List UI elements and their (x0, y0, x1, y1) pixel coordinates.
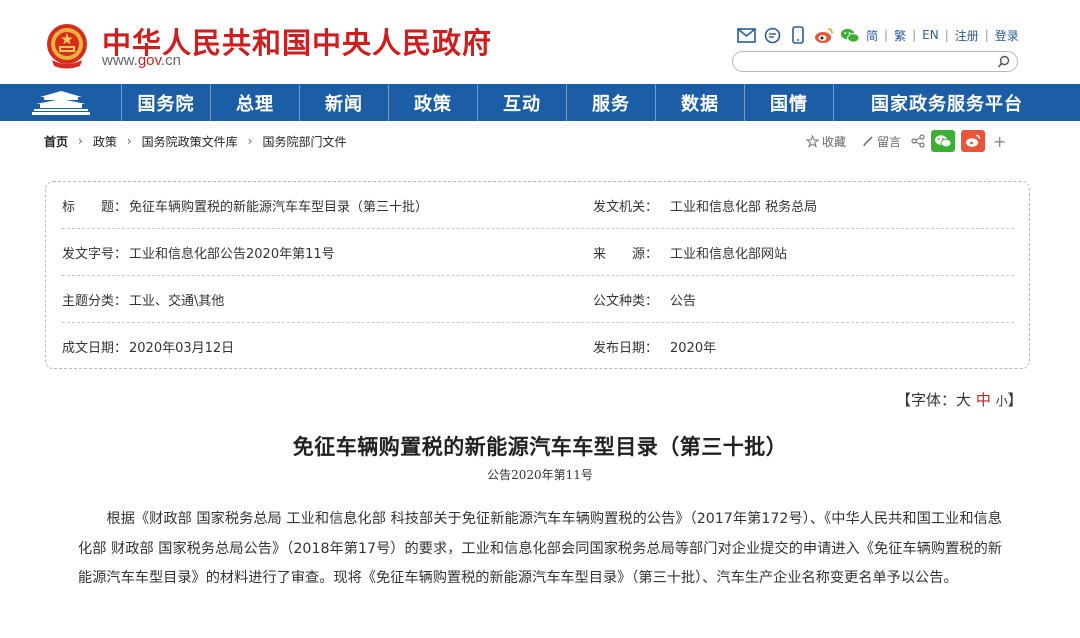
info-row: 成文日期： 2020年03月12日 发布日期： 2020年 (62, 323, 1014, 370)
message-icon[interactable] (762, 26, 782, 44)
breadcrumb-separator: › (247, 134, 253, 148)
main-nav: 国务院 总理 新闻 政策 互动 服务 数据 国情 国家政务服务平台 (0, 84, 1080, 121)
nav-item-service-platform[interactable]: 国家政务服务平台 (834, 84, 1060, 121)
breadcrumb-home[interactable]: 首页 (44, 133, 68, 150)
info-row: 标 题： 免征车辆购置税的新能源汽车车型目录（第三十批） 发文机关： 工业和信息… (62, 182, 1014, 229)
star-icon (806, 134, 819, 148)
breadcrumb-policy-library[interactable]: 国务院政策文件库 (142, 133, 238, 150)
wechat-icon[interactable] (840, 26, 860, 44)
tiananmen-icon (31, 90, 90, 115)
font-size-control: 【字体：大 中 小】 (896, 389, 1023, 410)
breadcrumb-department-docs[interactable]: 国务院部门文件 (262, 133, 346, 150)
font-control-close: 】 (1007, 391, 1023, 409)
share-icon (911, 134, 925, 148)
comment-label: 留言 (877, 134, 902, 149)
document-info-table: 标 题： 免征车辆购置税的新能源汽车车型目录（第三十批） 发文机关： 工业和信息… (45, 181, 1030, 369)
info-row: 主题分类： 工业、交通\其他 公文种类： 公告 (62, 276, 1014, 323)
link-simplified[interactable]: 简 (866, 27, 878, 44)
separator: | (944, 28, 949, 42)
separator: | (984, 28, 989, 42)
nav-item-policy[interactable]: 政策 (389, 84, 478, 121)
search-box (732, 51, 1018, 72)
link-traditional[interactable]: 繁 (894, 27, 906, 44)
nav-item-services[interactable]: 服务 (567, 84, 656, 121)
breadcrumb: 首页 › 政策 › 国务院政策文件库 › 国务院部门文件 (44, 132, 347, 150)
info-row: 发文字号： 工业和信息化部公告2020年第11号 来 源： 工业和信息化部网站 (62, 229, 1014, 276)
info-value-source: 工业和信息化部网站 (670, 247, 788, 262)
share-weibo-button[interactable] (961, 130, 986, 152)
article-paragraph: 根据《财政部 国家税务总局 工业和信息化部 科技部关于免征新能源汽车车辆购置税的… (78, 511, 1002, 586)
weibo-icon[interactable] (814, 26, 834, 44)
nav-item-interaction[interactable]: 互动 (478, 84, 567, 121)
font-control-open: 【字体： (896, 391, 957, 409)
search-input[interactable] (743, 54, 993, 69)
more-button[interactable]: + (993, 132, 1006, 151)
info-label-doc-type: 公文种类： (593, 294, 659, 309)
info-label-title: 标 题： (62, 200, 128, 215)
info-value-doc-number: 工业和信息化部公告2020年第11号 (129, 247, 335, 262)
favorite-label: 收藏 (822, 134, 847, 149)
nav-item-state-council[interactable]: 国务院 (122, 84, 211, 121)
info-value-title: 免征车辆购置税的新能源汽车车型目录（第三十批） (129, 200, 429, 215)
info-label-written-date: 成文日期： (62, 341, 128, 356)
share-button[interactable] (911, 134, 925, 148)
info-label-doc-number: 发文字号： (62, 247, 128, 262)
separator: | (884, 28, 889, 42)
site-url-domain: gov (137, 52, 161, 69)
link-register[interactable]: 注册 (955, 27, 979, 44)
site-header: 中华人民共和国中央人民政府 www.gov.cn 简 | 繁 | EN | 注册… (0, 0, 1080, 84)
font-small-button[interactable]: 小 (996, 394, 1008, 408)
article-title: 免征车辆购置税的新能源汽车车型目录（第三十批） (292, 434, 788, 459)
nav-item-premier[interactable]: 总理 (211, 84, 300, 121)
nav-item-news[interactable]: 新闻 (300, 84, 389, 121)
pencil-icon (863, 136, 873, 147)
mail-icon[interactable] (736, 26, 756, 44)
breadcrumb-separator: › (126, 134, 132, 148)
info-value-issuer: 工业和信息化部 税务总局 (670, 200, 818, 215)
info-cell: 标 题： 免征车辆购置税的新能源汽车车型目录（第三十批） (62, 182, 428, 229)
info-cell: 公文种类： 公告 (593, 276, 696, 323)
document-number: 公告2020年第11号 (487, 468, 593, 482)
info-value-publish-date: 2020年 (670, 341, 717, 356)
info-cell: 来 源： 工业和信息化部网站 (593, 229, 787, 276)
breadcrumb-policy[interactable]: 政策 (93, 133, 117, 150)
info-value-category: 工业、交通\其他 (129, 294, 225, 309)
info-value-doc-type: 公告 (670, 294, 697, 309)
link-english[interactable]: EN (922, 28, 939, 42)
info-cell: 发布日期： 2020年 (593, 323, 716, 370)
article-tools: 收藏 留言 + (806, 129, 1006, 153)
national-emblem-icon[interactable] (44, 22, 90, 70)
info-label-publish-date: 发布日期： (593, 341, 659, 356)
site-url[interactable]: www.gov.cn (102, 52, 181, 69)
info-cell: 发文机关： 工业和信息化部 税务总局 (593, 182, 817, 229)
comment-button[interactable]: 留言 (862, 133, 901, 150)
info-label-issuer: 发文机关： (593, 200, 659, 215)
plus-icon: + (993, 131, 1007, 151)
site-url-prefix: www. (102, 52, 138, 69)
font-large-button[interactable]: 大 (956, 391, 971, 409)
separator: | (912, 28, 917, 42)
info-cell: 成文日期： 2020年03月12日 (62, 323, 234, 370)
info-cell: 主题分类： 工业、交通\其他 (62, 276, 224, 323)
top-links: 简 | 繁 | EN | 注册 | 登录 (736, 24, 1019, 46)
font-medium-button[interactable]: 中 (976, 391, 991, 409)
breadcrumb-separator: › (78, 134, 83, 148)
info-value-written-date: 2020年03月12日 (129, 341, 235, 356)
info-label-category: 主题分类： (62, 294, 128, 309)
nav-item-national-info[interactable]: 国情 (745, 84, 834, 121)
weibo-icon (966, 134, 981, 147)
search-icon[interactable] (997, 55, 1011, 69)
wechat-icon (935, 135, 952, 148)
site-url-suffix: .cn (160, 52, 181, 69)
nav-item-data[interactable]: 数据 (656, 84, 745, 121)
link-login[interactable]: 登录 (995, 27, 1019, 44)
info-label-source: 来 源： (593, 247, 659, 262)
nav-home[interactable] (0, 84, 122, 121)
share-wechat-button[interactable] (931, 130, 956, 152)
info-cell: 发文字号： 工业和信息化部公告2020年第11号 (62, 229, 335, 276)
favorite-button[interactable]: 收藏 (806, 133, 846, 150)
mobile-icon[interactable] (788, 26, 808, 44)
